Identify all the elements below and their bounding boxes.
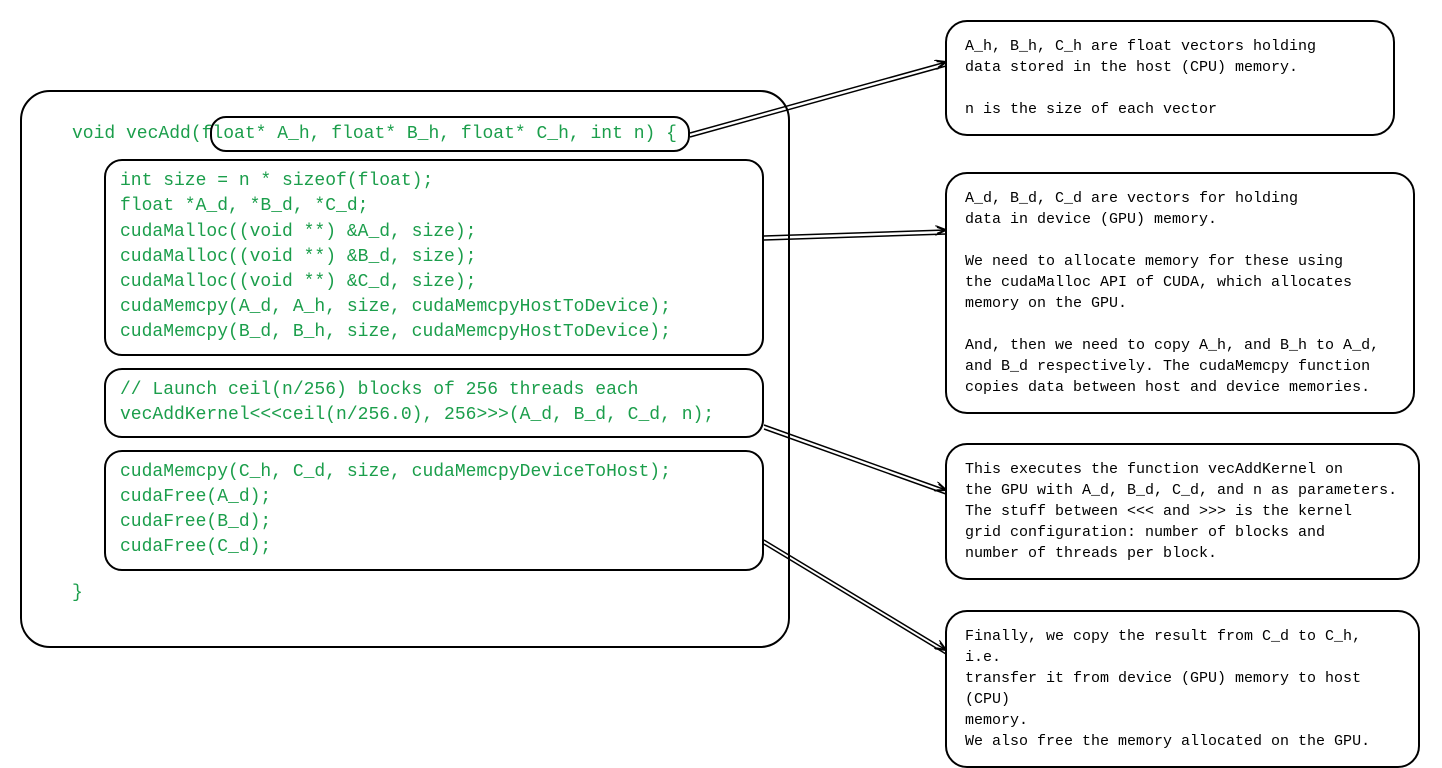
signature-row: void vecAdd(float* A_h, float* B_h, floa…	[72, 122, 758, 147]
code-line: cudaFree(A_d);	[120, 485, 748, 510]
code-line: cudaMemcpy(B_d, B_h, size, cudaMemcpyHos…	[120, 320, 748, 345]
code-line: cudaFree(C_d);	[120, 535, 748, 560]
annotation-params: A_h, B_h, C_h are float vectors holding …	[945, 20, 1395, 136]
alloc-copy-block: int size = n * sizeof(float); float *A_d…	[104, 159, 764, 355]
code-line: cudaMemcpy(C_h, C_d, size, cudaMemcpyDev…	[120, 460, 748, 485]
code-line: cudaMalloc((void **) &B_d, size);	[120, 245, 748, 270]
annotation-alloc: A_d, B_d, C_d are vectors for holding da…	[945, 172, 1415, 414]
code-line: float *A_d, *B_d, *C_d;	[120, 194, 748, 219]
code-line: int size = n * sizeof(float);	[120, 169, 748, 194]
code-line: cudaFree(B_d);	[120, 510, 748, 535]
close-brace: }	[72, 581, 758, 606]
code-line: cudaMalloc((void **) &C_d, size);	[120, 270, 748, 295]
code-line: // Launch ceil(n/256) blocks of 256 thre…	[120, 378, 748, 403]
signature-box	[210, 116, 690, 152]
annotation-kernel: This executes the function vecAddKernel …	[945, 443, 1420, 580]
code-line: cudaMalloc((void **) &A_d, size);	[120, 220, 748, 245]
copy-free-block: cudaMemcpy(C_h, C_d, size, cudaMemcpyDev…	[104, 450, 764, 571]
code-line: vecAddKernel<<<ceil(n/256.0), 256>>>(A_d…	[120, 403, 748, 428]
kernel-launch-block: // Launch ceil(n/256) blocks of 256 thre…	[104, 368, 764, 438]
annotation-free: Finally, we copy the result from C_d to …	[945, 610, 1420, 768]
code-container: void vecAdd(float* A_h, float* B_h, floa…	[20, 90, 790, 648]
code-line: cudaMemcpy(A_d, A_h, size, cudaMemcpyHos…	[120, 295, 748, 320]
